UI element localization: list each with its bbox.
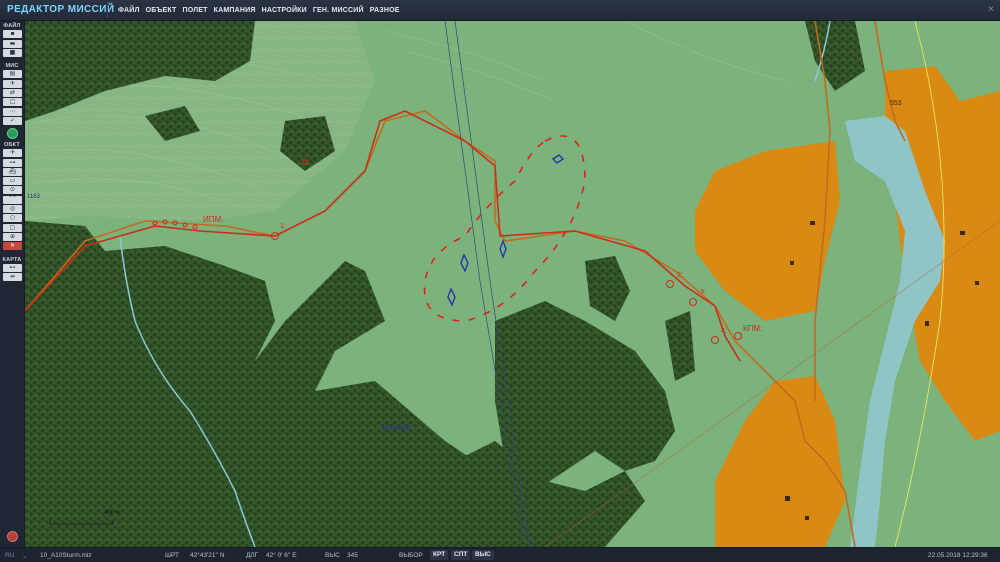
add-square-button[interactable]: ▢ — [3, 223, 22, 232]
flight-button[interactable]: ✈ — [3, 79, 22, 88]
trigger-button[interactable]: ⇄ — [3, 89, 22, 98]
new-file-button[interactable]: ▪ — [3, 30, 22, 39]
ipm-label: ИПМ: — [203, 215, 224, 224]
enemy-units — [447, 154, 565, 307]
menu-misc[interactable]: РАЗНОЕ — [370, 7, 400, 14]
kpm-label: КПМ: — [743, 324, 763, 333]
altitude-label: ВЫС — [325, 552, 340, 559]
waypoint-2-label: 2: — [677, 272, 683, 279]
map-mode-button[interactable]: КРТ — [430, 550, 449, 560]
menu-mission-generator[interactable]: ГЕН. МИССИЙ — [313, 7, 364, 14]
latitude-label: ШРТ — [165, 552, 179, 559]
delete-icon: ✕ — [9, 242, 16, 250]
scale-label: 400 м — [104, 510, 120, 516]
save-file-button[interactable]: ■ — [3, 48, 22, 57]
measure-button[interactable]: ⇹ — [3, 273, 22, 282]
group-icon: ⊕ — [9, 232, 16, 240]
helicopter-icon: ⊶ — [9, 158, 16, 166]
longitude-value: 42° 0' 6'' E — [266, 552, 297, 559]
datetime: 22.05.2018 12:29:36 — [928, 552, 988, 559]
toolbar-section-map: КАРТА — [2, 256, 22, 263]
square-icon: ▢ — [9, 223, 16, 231]
trigger-icon: ⇄ — [9, 89, 16, 97]
open-folder-icon: ▬ — [9, 39, 16, 47]
longitude-label: ДЛГ — [246, 552, 259, 559]
latitude-value: 42°43'21'' N — [190, 552, 225, 559]
town-label: Мужава — [382, 423, 412, 432]
mission-file-name: 10_A10Sturm.miz — [40, 552, 92, 559]
toolbar-section-object: ОБКТ — [4, 141, 20, 148]
add-zone-button[interactable]: ⌒ — [3, 195, 22, 204]
measure-icon: ⇹ — [9, 273, 16, 281]
add-circle-button[interactable]: ○ — [3, 214, 22, 223]
add-target-button[interactable]: ◎ — [3, 205, 22, 214]
add-helicopter-button[interactable]: ⊶ — [3, 158, 22, 167]
world-icon[interactable] — [7, 531, 18, 542]
map-canvas[interactable] — [25, 21, 1000, 547]
page-button[interactable]: □ — [3, 98, 22, 107]
ruler-button[interactable]: ⊷ — [3, 263, 22, 272]
ship-icon: ⛴ — [8, 167, 17, 175]
waypoint-4-label: 4: — [721, 328, 727, 335]
script-icon: ⋯ — [9, 107, 16, 115]
left-toolbar: ФАЙЛ ▪ ▬ ■ МИС ▤ ✈ ⇄ □ ⋯ ✓ ОБКТ ✈ ⊶ ⛴ ▭ … — [0, 21, 25, 547]
close-icon[interactable]: × — [988, 4, 994, 15]
satellite-mode-button[interactable]: СПТ — [451, 550, 471, 560]
waypoint-3-label: 3: — [700, 289, 706, 296]
ruler-icon: ⊷ — [9, 263, 16, 271]
waypoint-1-label: 1: — [280, 223, 286, 230]
open-file-button[interactable]: ▬ — [3, 39, 22, 48]
script-button[interactable]: ⋯ — [3, 107, 22, 116]
add-vehicle-button[interactable]: ▭ — [3, 177, 22, 186]
language-dropdown-icon[interactable]: ⌄ — [22, 552, 27, 560]
status-bar: RU ⌄ 10_A10Sturm.miz ШРТ 42°43'21'' N ДЛ… — [0, 547, 1000, 562]
vehicle-icon: ▭ — [9, 177, 16, 185]
delete-button[interactable]: ✕ — [3, 242, 22, 251]
menu-file[interactable]: ФАЙЛ — [118, 7, 140, 14]
app-title: РЕДАКТОР МИССИЙ — [7, 4, 115, 15]
title-separator — [107, 3, 108, 18]
add-plane-button[interactable]: ✈ — [3, 149, 22, 158]
zone-icon: ⌒ — [9, 195, 16, 203]
menu-campaign[interactable]: КАМПАНИЯ — [214, 7, 256, 14]
threat-zone — [423, 135, 586, 322]
check-button[interactable]: ✓ — [3, 116, 22, 125]
selection-label: ВЫБОР — [399, 552, 423, 559]
globe-icon[interactable] — [6, 127, 18, 139]
target-icon: ◎ — [9, 205, 16, 213]
page-icon: □ — [9, 98, 16, 106]
menu-object[interactable]: ОБЪЕКТ — [146, 7, 177, 14]
town-areas — [695, 66, 1000, 547]
main-menu: ФАЙЛ ОБЪЕКТ ПОЛЕТ КАМПАНИЯ НАСТРОЙКИ ГЕН… — [118, 0, 406, 21]
elevation-left-label: 1163 — [27, 194, 40, 200]
language-indicator[interactable]: RU — [5, 552, 14, 559]
new-file-icon: ▪ — [10, 30, 15, 38]
save-icon: ■ — [9, 48, 16, 56]
elevation-right-label: 553 — [890, 100, 902, 107]
add-ship-button[interactable]: ⛴ — [3, 167, 22, 176]
aircraft-icon: ✈ — [9, 79, 16, 87]
briefing-icon: ▤ — [9, 70, 16, 78]
altitude-mode-button[interactable]: ВЫС — [472, 550, 494, 560]
add-static-button[interactable]: ⊙ — [3, 186, 22, 195]
check-icon: ✓ — [9, 116, 16, 124]
toolbar-section-file: ФАЙЛ — [3, 23, 21, 29]
altitude-value: 345 — [347, 552, 358, 559]
circle-icon: ○ — [9, 214, 16, 222]
briefing-button[interactable]: ▤ — [3, 70, 22, 79]
add-group-button[interactable]: ⊕ — [3, 232, 22, 241]
toolbar-section-mission: МИС — [5, 63, 19, 70]
mission-map[interactable]: ИПМ: 1: 2: 3: 4: КПМ: Мужава 400 м 1163 … — [25, 21, 1000, 547]
static-icon: ⊙ — [9, 186, 16, 194]
title-bar: РЕДАКТОР МИССИЙ ФАЙЛ ОБЪЕКТ ПОЛЕТ КАМПАН… — [0, 0, 1000, 21]
menu-settings[interactable]: НАСТРОЙКИ — [262, 7, 307, 14]
plane-icon: ✈ — [9, 149, 16, 157]
menu-flight[interactable]: ПОЛЕТ — [183, 7, 208, 14]
